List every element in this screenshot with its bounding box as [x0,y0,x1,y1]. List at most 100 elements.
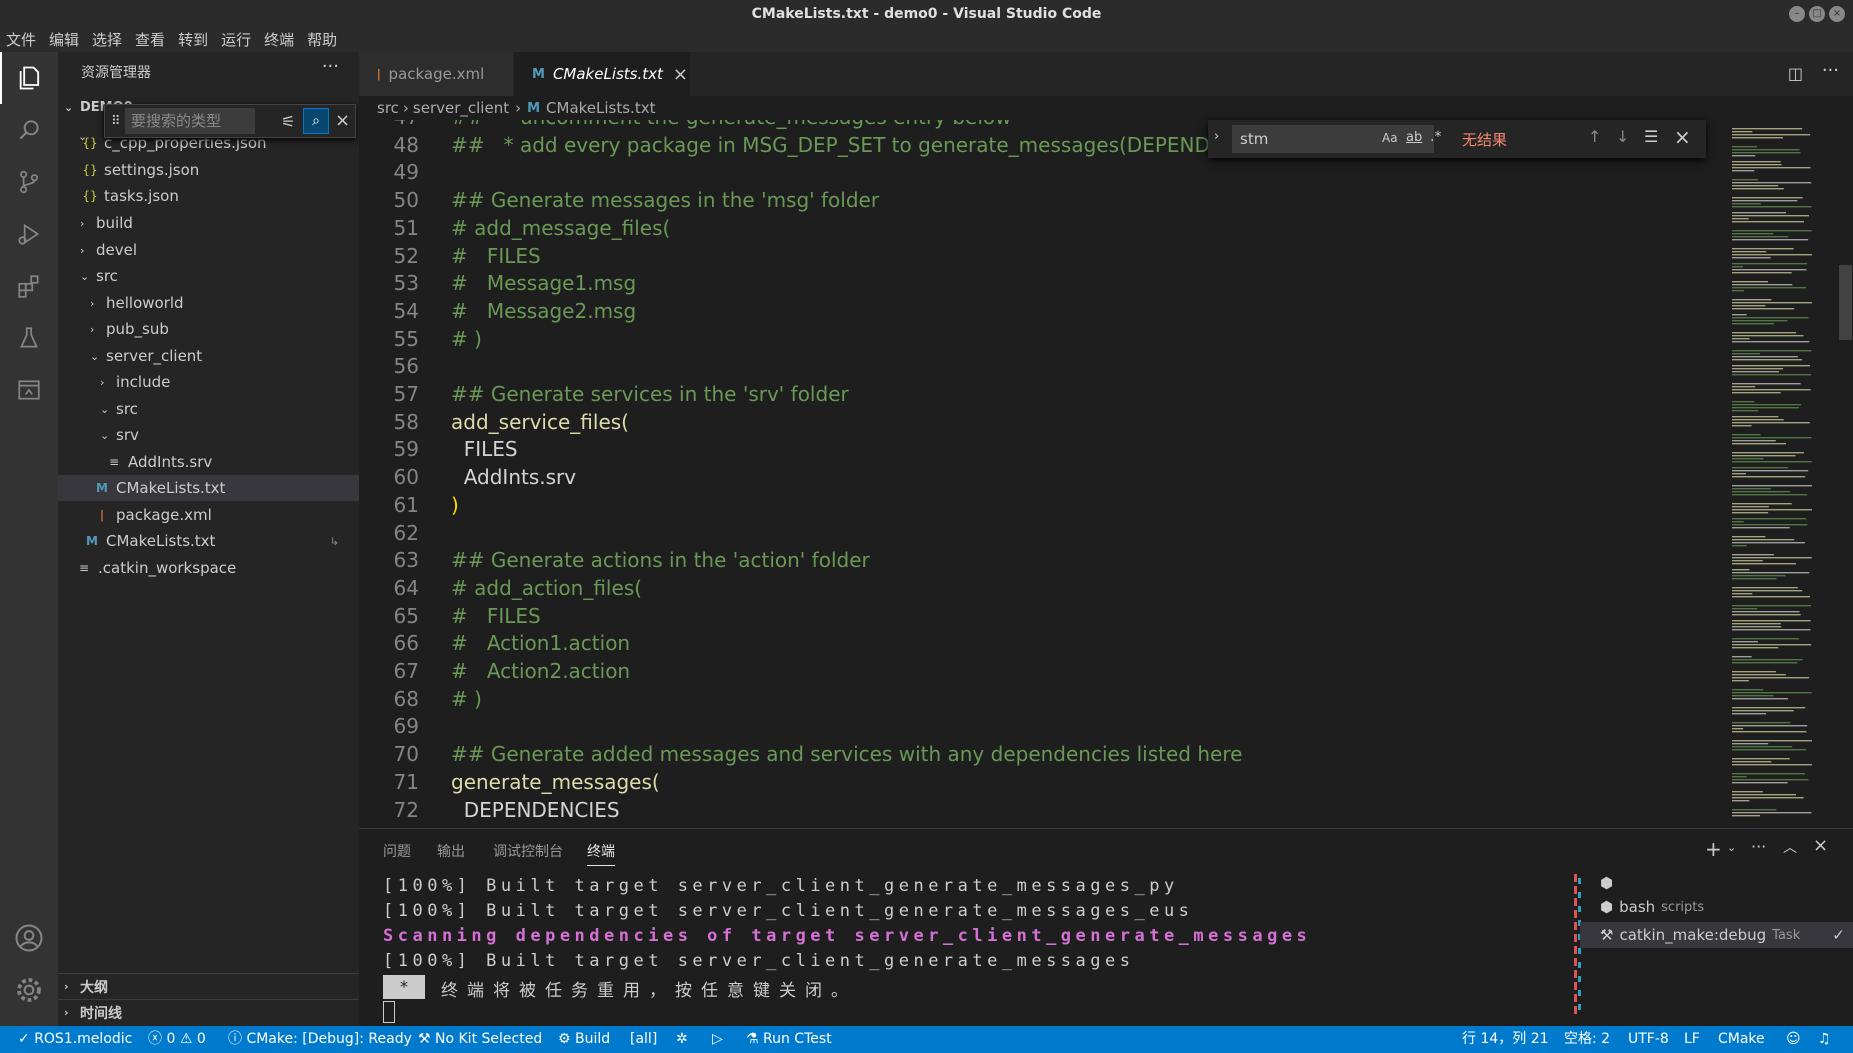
tree-folder[interactable]: ⌄ srv [58,422,359,448]
run-play-icon[interactable]: ▷ [712,1026,723,1053]
tree-folder[interactable]: ⌄ src [58,396,359,422]
tab-debug-console[interactable]: 调试控制台 [493,841,563,861]
problems-status[interactable]: ⓧ 0 ⚠ 0 [148,1026,206,1053]
tab-output[interactable]: 输出 [437,841,465,861]
minimap[interactable] [1730,120,1834,828]
minimize-button[interactable]: – [1789,6,1805,22]
more-actions-icon[interactable]: ··· [1751,837,1766,856]
tree-folder[interactable]: › include [58,369,359,395]
find-in-selection-icon[interactable]: ☰ [1644,127,1658,146]
fuzzy-match-icon[interactable]: ⌕ [303,108,329,134]
code-text: add_service_files( [451,409,629,434]
chevron-down-icon[interactable]: ⌄ [1727,841,1736,854]
extensions-icon[interactable] [0,260,58,312]
close-icon[interactable]: × [335,110,350,131]
terminal-item-active[interactable]: ⚒ catkin_make:debug Task ✓ [1580,922,1853,948]
tree-filter-widget: ⠿ 要搜索的类型 ⚟ ⌕ × [104,104,356,138]
match-case-button[interactable]: Aa [1382,131,1398,145]
build-target[interactable]: [all] [630,1026,657,1053]
maximize-button[interactable]: □ [1809,6,1825,22]
line-number: 63 [393,548,419,573]
build-button[interactable]: ⚙ Build [558,1026,610,1053]
next-match-icon[interactable]: ↓ [1616,127,1629,146]
menu-go[interactable]: 转到 [178,28,208,52]
split-editor-icon[interactable]: ◫ [1788,64,1803,83]
testing-flask-icon[interactable] [0,312,58,364]
menu-run[interactable]: 运行 [221,28,251,52]
kit-status[interactable]: ⚒ No Kit Selected [418,1026,542,1053]
check-icon: ✓ [1832,926,1845,944]
notifications-bell-icon[interactable]: ♫ [1818,1026,1831,1053]
tree-file[interactable]: ≡ AddInts.srv [58,449,359,475]
tree-folder[interactable]: › pub_sub [58,316,359,342]
tree-filter-input[interactable]: 要搜索的类型 [125,108,255,134]
tree-file[interactable]: {} tasks.json [58,183,359,209]
settings-gear-icon[interactable] [0,964,58,1016]
outline-section[interactable]: › 大纲 [58,973,359,999]
run-debug-icon[interactable] [0,208,58,260]
tab-package-xml[interactable]: ǀ package.xml [359,52,513,96]
feedback-icon[interactable]: ☺ [1786,1026,1801,1053]
more-actions-icon[interactable]: ··· [1822,60,1839,81]
ros-status[interactable]: ✓ ROS1.melodic [18,1026,132,1053]
tree-folder[interactable]: › helloworld [58,290,359,316]
debug-bug-icon[interactable]: ✲ [676,1026,688,1053]
previous-match-icon[interactable]: ↑ [1588,127,1601,146]
regex-button[interactable]: .* [1430,129,1441,145]
explorer-icon[interactable] [0,52,58,104]
source-control-icon[interactable] [0,156,58,208]
cursor-position[interactable]: 行 14，列 21 [1462,1026,1549,1053]
tree-folder[interactable]: ⌄ server_client [58,343,359,369]
terminal-cube-icon: ⬢ [1600,898,1614,916]
tree-file[interactable]: {} settings.json [58,157,359,183]
tree-folder[interactable]: › devel [58,237,359,263]
tree-file[interactable]: ǀ package.xml [58,502,359,528]
account-icon[interactable] [0,912,58,964]
timeline-section[interactable]: › 时间线 [58,999,359,1025]
tab-problems[interactable]: 问题 [383,841,411,861]
toggle-replace-icon[interactable]: › [1214,129,1219,144]
maximize-panel-icon[interactable]: ︿ [1783,837,1797,857]
code-editor[interactable]: 47 ## * uncomment the generate_messages e… [359,120,1853,828]
ctest-button[interactable]: ⚗ Run CTest [746,1026,832,1053]
indentation[interactable]: 空格: 2 [1564,1026,1610,1053]
tree-folder[interactable]: › build [58,210,359,236]
menu-view[interactable]: 查看 [135,28,165,52]
breadcrumb-item[interactable]: src [377,99,399,117]
close-window-button[interactable]: × [1829,6,1845,22]
text-file-icon: ≡ [108,455,120,469]
drag-handle-icon[interactable]: ⠿ [111,114,121,129]
search-icon[interactable] [0,104,58,156]
tree-file[interactable]: M CMakeLists.txt ↳ [58,528,359,554]
menu-selection[interactable]: 选择 [92,28,122,52]
tree-file[interactable]: ≡ .catkin_workspace [58,555,359,581]
close-panel-icon[interactable]: × [1813,835,1828,856]
menu-edit[interactable]: 编辑 [49,28,79,52]
breadcrumb-item[interactable]: CMakeLists.txt [546,99,655,117]
terminal-item[interactable]: ⬢ bash scripts [1600,898,1704,916]
encoding[interactable]: UTF-8 [1628,1026,1669,1053]
menu-file[interactable]: 文件 [6,28,36,52]
whole-word-button[interactable]: ab [1406,130,1422,145]
more-actions-icon[interactable]: ··· [322,56,339,77]
cmake-status[interactable]: ⓘ CMake: [Debug]: Ready [228,1026,412,1053]
terminal-item[interactable]: ⬢ [1600,874,1613,892]
tab-cmakelists[interactable]: M CMakeLists.txt × [514,52,690,96]
filter-icon[interactable]: ⚟ [281,112,295,131]
tree-folder[interactable]: ⌄ src [58,263,359,289]
menu-help[interactable]: 帮助 [307,28,337,52]
find-input[interactable]: stm [1232,125,1434,153]
close-icon[interactable]: × [1674,125,1691,149]
editor-scrollbar[interactable] [1838,120,1853,828]
code-line: 51 # add_message_files( [359,216,1659,240]
new-terminal-icon[interactable]: + [1705,837,1722,861]
line-ending[interactable]: LF [1684,1026,1700,1053]
breadcrumb-item[interactable]: server_client [413,99,509,117]
tab-terminal[interactable]: 终端 [587,841,615,866]
chevron-right-icon: › [100,375,105,389]
remote-explorer-icon[interactable] [0,364,58,416]
menu-terminal[interactable]: 终端 [264,28,294,52]
close-tab-icon[interactable]: × [673,64,688,85]
language-mode[interactable]: CMake [1718,1026,1765,1053]
tree-file-selected[interactable]: M CMakeLists.txt [58,475,359,501]
